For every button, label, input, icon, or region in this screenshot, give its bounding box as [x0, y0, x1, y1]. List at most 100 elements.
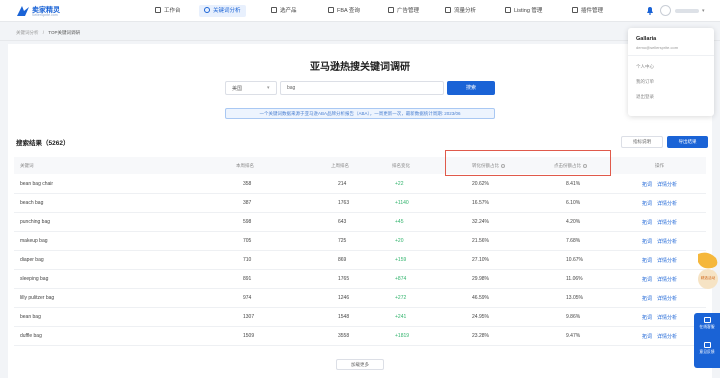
detail-analysis-link[interactable]: 详情分析	[657, 238, 677, 245]
cell-last-week: 643	[338, 219, 347, 225]
expand-keyword-link[interactable]: 拓词	[642, 200, 652, 207]
cell-this-week: 358	[243, 181, 252, 187]
feedback-icon	[703, 342, 711, 348]
table-row: beach bag 387 1763 +1140 16.57% 6.10% 拓词 详情分析	[14, 194, 706, 213]
cell-this-week: 1307	[243, 314, 255, 320]
divider	[0, 40, 720, 41]
table-row: makeup bag 705 725 +20 21.56% 7.68% 拓词 详情分析	[14, 232, 706, 251]
cell-last-week: 1548	[338, 314, 350, 320]
cell-this-week: 1509	[243, 333, 255, 339]
keyword-input[interactable]: bag	[280, 81, 444, 95]
expand-keyword-link[interactable]: 拓词	[642, 295, 652, 302]
expand-keyword-link[interactable]: 拓词	[642, 257, 652, 264]
cell-this-week: 598	[243, 219, 252, 225]
market-select-value: 美国	[232, 86, 243, 92]
cell-click-share: 9.47%	[566, 333, 581, 339]
market-select[interactable]: 美国 ▾	[225, 81, 277, 95]
table-row: lilly pulitzer bag 974 1246 +272 46.59% 13.05…	[14, 289, 706, 308]
cell-rank-change: +45	[395, 219, 404, 225]
search-button[interactable]: 搜索	[447, 81, 495, 95]
cell-keyword: beach bag	[20, 200, 44, 206]
dashboard-icon	[155, 7, 161, 13]
expand-keyword-link[interactable]: 拓词	[642, 276, 652, 283]
breadcrumb-current: TOP关键词调研	[48, 30, 80, 35]
fba-icon	[328, 7, 334, 13]
nav-item-ads[interactable]: 广告管理	[383, 5, 424, 17]
column-header-keyword: 关键词	[20, 163, 34, 168]
menu-item-profile[interactable]: 个人中心	[636, 64, 654, 70]
cell-keyword: makeup bag	[20, 238, 48, 244]
feedback-button[interactable]: 意见反馈	[694, 342, 720, 355]
cell-rank-change: +1819	[395, 333, 410, 339]
cell-this-week: 974	[243, 295, 252, 301]
plugin-icon	[572, 7, 578, 13]
menu-item-orders[interactable]: 我的订单	[636, 79, 654, 85]
cell-last-week: 214	[338, 181, 347, 187]
load-more-button[interactable]: 加载更多	[336, 359, 384, 370]
cell-this-week: 710	[243, 257, 252, 263]
cell-rank-change: +20	[395, 238, 404, 244]
detail-analysis-link[interactable]: 详情分析	[657, 333, 677, 340]
promo-badge-label: 精选活动	[701, 275, 716, 280]
nav-item-keyword-analysis[interactable]: 关键词分析	[199, 5, 246, 17]
promo-badge-icon[interactable]: 精选活动	[694, 252, 720, 292]
notification-icon[interactable]	[646, 6, 654, 15]
detail-analysis-link[interactable]: 详情分析	[657, 276, 677, 283]
nav-item-dashboard[interactable]: 工作台	[150, 5, 186, 17]
detail-analysis-link[interactable]: 详情分析	[657, 181, 677, 188]
traffic-icon	[445, 7, 451, 13]
cell-rank-change: +874	[395, 276, 407, 282]
column-header-rank-change[interactable]: 排名变化	[392, 163, 410, 169]
nav-item-traffic[interactable]: 流量分析	[440, 5, 481, 17]
brand-logo[interactable]: 卖家精灵 SellerSprite.com	[16, 4, 78, 18]
detail-analysis-link[interactable]: 详情分析	[657, 295, 677, 302]
cell-click-share: 11.06%	[566, 276, 583, 282]
cell-conversion-share: 27.10%	[472, 257, 489, 263]
expand-keyword-link[interactable]: 拓词	[642, 219, 652, 226]
export-button[interactable]: 导出结果	[667, 136, 708, 148]
keyword-input-value: bag	[287, 85, 296, 91]
cell-this-week: 387	[243, 200, 252, 206]
expand-keyword-link[interactable]: 拓词	[642, 314, 652, 321]
column-header-actions: 操作	[655, 163, 664, 168]
expand-keyword-link[interactable]: 拓词	[642, 238, 652, 245]
user-name: Gallaria	[636, 36, 657, 42]
nav-item-product[interactable]: 选产品	[266, 5, 302, 17]
page-title: 亚马逊热搜关键词调研	[310, 62, 410, 73]
cell-click-share: 9.86%	[566, 314, 581, 320]
breadcrumb-parent[interactable]: 关键词分析	[16, 30, 39, 35]
cell-keyword: duffle bag	[20, 333, 42, 339]
column-header-last-week[interactable]: 上周排名	[331, 163, 349, 169]
product-icon	[271, 7, 277, 13]
cell-keyword: lilly pulitzer bag	[20, 295, 55, 301]
expand-keyword-link[interactable]: 拓词	[642, 181, 652, 188]
cell-keyword: sleeping bag	[20, 276, 49, 282]
cell-rank-change: +22	[395, 181, 404, 187]
detail-analysis-link[interactable]: 详情分析	[657, 257, 677, 264]
cell-rank-change: +159	[395, 257, 407, 263]
detail-analysis-link[interactable]: 详情分析	[657, 314, 677, 321]
avatar[interactable]	[660, 5, 671, 16]
cell-conversion-share: 29.98%	[472, 276, 489, 282]
expand-keyword-link[interactable]: 拓词	[642, 333, 652, 340]
metric-description-button[interactable]: 指标说明	[621, 136, 663, 148]
cell-rank-change: +1140	[395, 200, 409, 206]
cell-last-week: 725	[338, 238, 347, 244]
username-masked[interactable]	[675, 9, 699, 13]
top-nav-bar: 卖家精灵 SellerSprite.com 工作台 关键词分析 选产品 FBA …	[0, 0, 720, 22]
column-header-this-week[interactable]: 本周排名	[236, 163, 254, 169]
chevron-down-icon[interactable]: ▾	[702, 8, 705, 14]
table-row: bean bag chair 358 214 +22 20.62% 8.41% 拓词 详情分析	[14, 175, 706, 194]
cell-conversion-share: 16.57%	[472, 200, 489, 206]
chat-icon	[703, 317, 711, 323]
cell-click-share: 13.05%	[566, 295, 583, 301]
detail-analysis-link[interactable]: 详情分析	[657, 200, 677, 207]
nav-item-plugin[interactable]: 插件管理	[567, 5, 608, 17]
nav-item-listing[interactable]: Listing 管理	[500, 5, 547, 17]
detail-analysis-link[interactable]: 详情分析	[657, 219, 677, 226]
listing-icon	[505, 7, 511, 13]
cell-last-week: 3558	[338, 333, 350, 339]
menu-item-logout[interactable]: 退出登录	[636, 94, 654, 100]
nav-item-fba[interactable]: FBA 查询	[323, 5, 365, 17]
customer-service-button[interactable]: 在线客服	[694, 317, 720, 330]
